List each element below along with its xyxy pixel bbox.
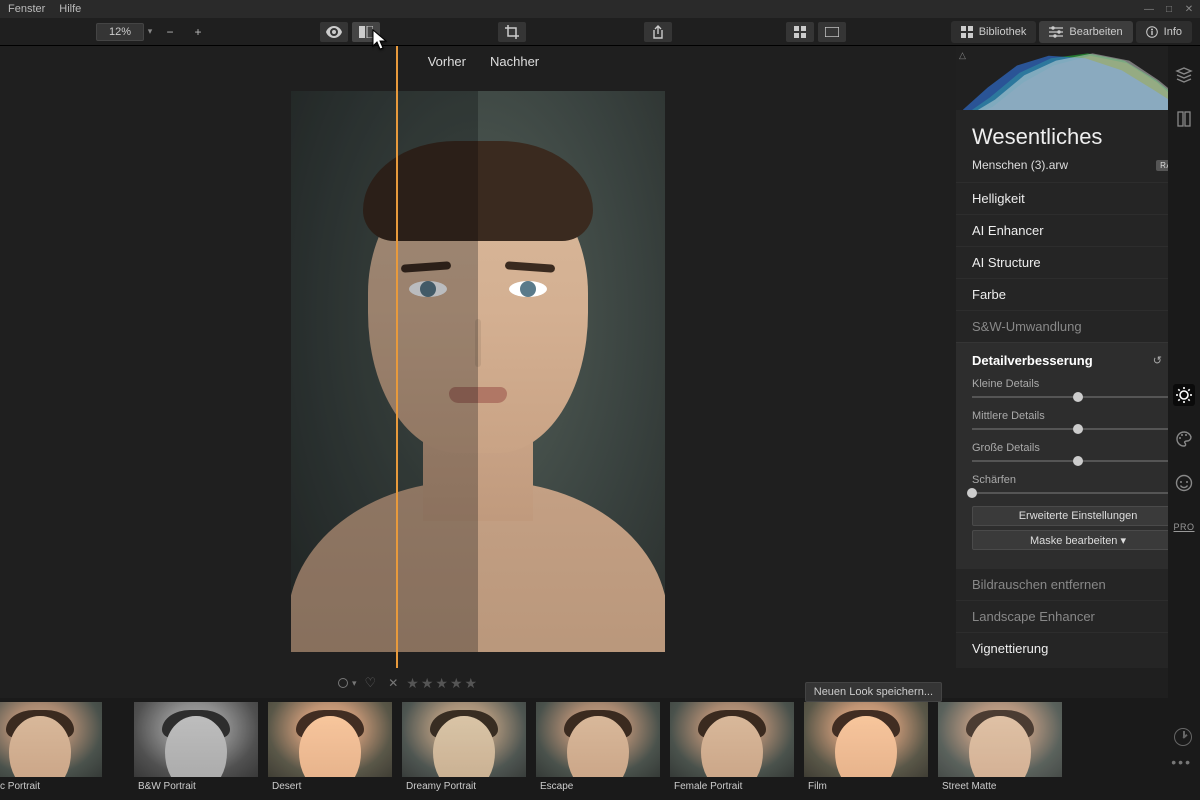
look-label: Street Matte (938, 777, 1062, 792)
compare-icon (359, 26, 373, 38)
slider-sharp[interactable] (972, 492, 1184, 494)
save-look-button[interactable]: Neuen Look speichern... (805, 682, 942, 702)
sliders-icon (1049, 26, 1063, 38)
zoom-out-button[interactable]: − (156, 22, 184, 42)
edit-mask-button[interactable]: Maske bearbeiten ▾ (972, 530, 1184, 550)
tab-info-label: Info (1164, 26, 1182, 38)
slider-small-label: Kleine Details (972, 378, 1039, 390)
minimize-button[interactable]: — (1142, 4, 1156, 15)
look-thumb[interactable]: Dreamy Portrait (402, 702, 526, 792)
look-label: Female Portrait (670, 777, 794, 792)
slider-mid[interactable] (972, 428, 1184, 430)
look-thumb[interactable]: Street Matte (938, 702, 1062, 792)
section-ai-enhancer[interactable]: AI Enhancer (956, 214, 1200, 246)
history-icon[interactable] (1174, 728, 1192, 746)
section-detail: Detailverbesserung ↺ Kleine Details0 Mit… (956, 342, 1200, 568)
zoom-in-button[interactable]: + (184, 22, 212, 42)
maximize-button[interactable]: □ (1162, 4, 1176, 15)
image-preview[interactable] (291, 91, 665, 652)
section-noise[interactable]: Bildrauschen entfernen (956, 568, 1200, 600)
section-ai-structure[interactable]: AI Structure (956, 246, 1200, 278)
panel-title: Wesentliches (956, 110, 1200, 158)
zoom-dropdown-caret[interactable]: ▾ (144, 26, 156, 37)
look-label: Film (804, 777, 928, 792)
tab-library-label: Bibliothek (979, 26, 1027, 38)
crop-icon (505, 25, 519, 39)
edit-sidebar: △ △ Wesentliches Menschen (3).arw RAW He… (956, 46, 1200, 668)
slider-mid-label: Mittlere Details (972, 410, 1045, 422)
more-options-icon[interactable]: ••• (1171, 754, 1192, 770)
look-label: Desert (268, 777, 392, 792)
preview-eye-button[interactable] (320, 22, 348, 42)
look-thumb[interactable]: Female Portrait (670, 702, 794, 792)
reset-icon[interactable]: ↺ (1153, 354, 1162, 367)
after-label: Nachher (490, 54, 542, 69)
filename: Menschen (3).arw (972, 158, 1068, 172)
star-rating[interactable]: ★★★★★ (406, 675, 477, 692)
crop-button[interactable] (498, 22, 526, 42)
rail-pro-label[interactable]: PRO (1173, 516, 1195, 538)
compare-split-handle[interactable] (396, 46, 398, 668)
look-thumb[interactable]: Desert (268, 702, 392, 792)
menu-hilfe[interactable]: Hilfe (59, 3, 81, 15)
slider-sharp-label: Schärfen (972, 474, 1016, 486)
rail-layers-icon[interactable] (1173, 64, 1195, 86)
before-label: Vorher (414, 54, 466, 69)
look-label: Dreamy Portrait (402, 777, 526, 792)
export-button[interactable] (644, 22, 672, 42)
look-thumb[interactable]: c Portrait (0, 702, 124, 792)
section-bw-convert[interactable]: S&W-Umwandlung (956, 310, 1200, 342)
look-label: B&W Portrait (134, 777, 258, 792)
close-button[interactable]: ✕ (1182, 4, 1196, 15)
right-rail: PRO (1168, 46, 1200, 800)
zoom-level[interactable]: 12% (96, 23, 144, 41)
look-label: c Portrait (0, 777, 124, 792)
slider-small[interactable] (972, 396, 1184, 398)
rail-creative-icon[interactable] (1173, 428, 1195, 450)
look-label: Escape (536, 777, 660, 792)
advanced-settings-button[interactable]: Erweiterte Einstellungen (972, 506, 1184, 526)
menu-fenster[interactable]: Fenster (8, 3, 45, 15)
slider-large-label: Große Details (972, 442, 1040, 454)
section-color[interactable]: Farbe (956, 278, 1200, 310)
canvas-area[interactable]: Vorher Nachher (0, 46, 956, 668)
eye-icon (326, 26, 342, 38)
library-icon (961, 26, 973, 38)
info-icon (1146, 26, 1158, 38)
rail-light-icon[interactable] (1173, 384, 1195, 406)
favorite-button[interactable]: ♡ (365, 675, 377, 691)
rail-portrait-icon[interactable] (1173, 472, 1195, 494)
section-detail-title[interactable]: Detailverbesserung (972, 353, 1093, 368)
toolbar: 12% ▾ − + (0, 18, 1200, 46)
slider-large[interactable] (972, 460, 1184, 462)
look-thumb[interactable]: Escape (536, 702, 660, 792)
histogram[interactable]: △ △ (956, 46, 1200, 110)
single-icon (825, 27, 839, 37)
color-label-picker[interactable] (338, 678, 348, 688)
tab-info[interactable]: Info (1136, 21, 1192, 43)
tab-edit[interactable]: Bearbeiten (1039, 21, 1132, 43)
export-icon (652, 25, 664, 39)
grid-view-button[interactable] (786, 22, 814, 42)
look-thumb[interactable]: Film (804, 702, 928, 792)
tab-edit-label: Bearbeiten (1069, 26, 1122, 38)
section-landscape[interactable]: Landscape Enhancer (956, 600, 1200, 632)
rating-bar: ▾ ♡ ✕ ★★★★★ 🗑 (0, 668, 1200, 698)
look-thumb[interactable]: B&W Portrait (134, 702, 258, 792)
looks-filmstrip[interactable]: c Portrait B&W Portrait Desert Dreamy Po… (0, 698, 1200, 800)
section-vignette[interactable]: Vignettierung (956, 632, 1200, 664)
grid-icon (794, 26, 806, 38)
tab-library[interactable]: Bibliothek (951, 21, 1037, 43)
single-view-button[interactable] (818, 22, 846, 42)
reject-button[interactable]: ✕ (388, 676, 398, 690)
section-brightness[interactable]: Helligkeit (956, 182, 1200, 214)
menubar: Fenster Hilfe — □ ✕ (0, 0, 1200, 18)
rail-canvas-icon[interactable] (1173, 108, 1195, 130)
